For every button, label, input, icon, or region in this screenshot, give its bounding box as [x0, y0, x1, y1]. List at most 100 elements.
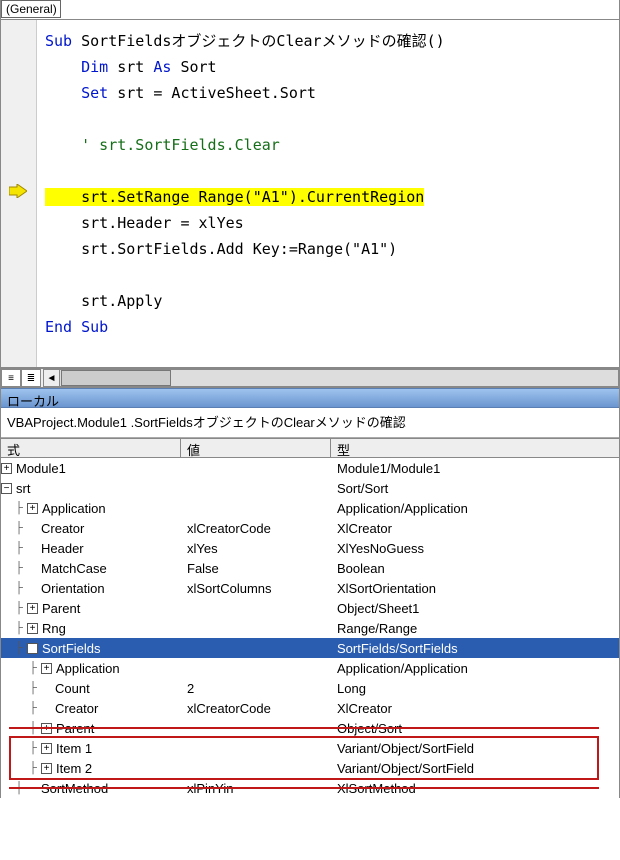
- object-dropdown[interactable]: (General): [1, 0, 61, 18]
- code-comment: ' srt.SortFields.Clear: [45, 136, 280, 154]
- tree-branch-icon: ├: [29, 742, 37, 754]
- locals-expr: Creator: [55, 701, 98, 716]
- procedure-view-button[interactable]: ≡: [1, 369, 21, 387]
- tree-branch-icon: ├: [15, 542, 23, 554]
- locals-row[interactable]: ├−SortFieldsSortFields/SortFields: [1, 638, 619, 658]
- code-token: As: [153, 58, 171, 76]
- locals-expr: Parent: [42, 601, 80, 616]
- locals-type: XlSortOrientation: [331, 581, 619, 596]
- code-token: srt.Header = xlYes: [45, 214, 244, 232]
- locals-row[interactable]: ├+ApplicationApplication/Application: [1, 498, 619, 518]
- code-body[interactable]: Sub SortFieldsオブジェクトのClearメソッドの確認() Dim …: [37, 20, 445, 367]
- locals-expr: Header: [41, 541, 84, 556]
- code-token: srt.SortFields.Add Key:=Range("A1"): [45, 240, 397, 258]
- code-token: End Sub: [45, 318, 108, 336]
- locals-row[interactable]: −srtSort/Sort: [1, 478, 619, 498]
- expand-icon[interactable]: +: [41, 743, 52, 754]
- object-proc-bar: (General): [1, 0, 619, 20]
- locals-row[interactable]: ├ + Rng Range/Range: [1, 618, 619, 638]
- locals-expr: SortMethod: [41, 781, 108, 796]
- locals-context: VBAProject.Module1 .SortFieldsオブジェクトのCle…: [1, 408, 619, 438]
- locals-type: Variant/Object/SortField: [331, 741, 619, 756]
- locals-expr: Creator: [41, 521, 84, 536]
- locals-type: Long: [331, 681, 619, 696]
- locals-header-expression[interactable]: 式: [1, 439, 181, 457]
- locals-expr: SortFields: [42, 641, 101, 656]
- expand-icon[interactable]: +: [27, 603, 38, 614]
- locals-row[interactable]: ├CreatorxlCreatorCodeXlCreator: [1, 698, 619, 718]
- code-hscrollbar[interactable]: ◄: [43, 369, 619, 387]
- tree-branch-icon: ├: [29, 722, 37, 734]
- expand-icon[interactable]: +: [41, 663, 52, 674]
- locals-row[interactable]: ├+Item 2Variant/Object/SortField: [1, 758, 619, 778]
- code-token: srt.Apply: [45, 292, 162, 310]
- locals-value: 2: [181, 681, 331, 696]
- tree-branch-icon: ├: [15, 782, 23, 794]
- locals-type: XlCreator: [331, 701, 619, 716]
- scroll-thumb[interactable]: [61, 370, 171, 386]
- locals-expr: MatchCase: [41, 561, 107, 576]
- code-token: srt: [108, 58, 153, 76]
- tree-branch-icon: ├: [29, 662, 37, 674]
- tree-branch-icon: ├: [15, 522, 23, 534]
- locals-row[interactable]: +Module1Module1/Module1: [1, 458, 619, 478]
- collapse-icon[interactable]: −: [27, 643, 38, 654]
- collapse-icon[interactable]: −: [1, 483, 12, 494]
- locals-row[interactable]: ├ SortMethod xlPinYinXlSortMethod: [1, 778, 619, 798]
- code-token: Dim: [45, 58, 108, 76]
- code-token: Sub: [45, 32, 72, 50]
- expand-icon[interactable]: +: [41, 723, 52, 734]
- locals-header-value[interactable]: 値: [181, 439, 331, 457]
- scroll-left-arrow-icon[interactable]: ◄: [44, 370, 60, 386]
- locals-type: Variant/Object/SortField: [331, 761, 619, 776]
- expand-icon[interactable]: +: [27, 623, 38, 634]
- code-token: SortFieldsオブジェクトのClearメソッドの確認(): [72, 32, 445, 50]
- locals-panel-title: ローカル: [1, 388, 619, 408]
- code-view-bar: ≡ ≣ ◄: [1, 368, 619, 388]
- locals-value: False: [181, 561, 331, 576]
- tree-branch-icon: ├: [15, 562, 23, 574]
- locals-type: Application/Application: [331, 501, 619, 516]
- expand-icon[interactable]: +: [1, 463, 12, 474]
- locals-type: Object/Sort: [331, 721, 619, 736]
- locals-row[interactable]: ├+Item 1Variant/Object/SortField: [1, 738, 619, 758]
- locals-type: Sort/Sort: [331, 481, 619, 496]
- tree-branch-icon: ├: [15, 622, 23, 634]
- locals-type: XlCreator: [331, 521, 619, 536]
- locals-row[interactable]: ├+ApplicationApplication/Application: [1, 658, 619, 678]
- full-module-view-button[interactable]: ≣: [21, 369, 41, 387]
- locals-row[interactable]: ├Count2Long: [1, 678, 619, 698]
- locals-row[interactable]: ├MatchCaseFalseBoolean: [1, 558, 619, 578]
- locals-row[interactable]: ├ Creator xlCreatorCodeXlCreator: [1, 518, 619, 538]
- vbe-window: (General) Sub SortFieldsオブジェクトのClearメソッド…: [0, 0, 620, 798]
- tree-branch-icon: ├: [15, 642, 23, 654]
- locals-type: Range/Range: [331, 621, 619, 636]
- code-token: Sort: [171, 58, 216, 76]
- locals-expr: Orientation: [41, 581, 105, 596]
- locals-row[interactable]: ├OrientationxlSortColumnsXlSortOrientati…: [1, 578, 619, 598]
- tree-branch-icon: ├: [15, 502, 23, 514]
- tree-branch-icon: ├: [29, 762, 37, 774]
- locals-body: +Module1Module1/Module1−srtSort/Sort├+Ap…: [1, 458, 619, 798]
- locals-header-type[interactable]: 型: [331, 439, 619, 457]
- locals-type: Object/Sheet1: [331, 601, 619, 616]
- locals-value: xlPinYin: [181, 781, 331, 796]
- tree-branch-icon: ├: [29, 702, 37, 714]
- locals-expr: Rng: [42, 621, 66, 636]
- code-pane: Sub SortFieldsオブジェクトのClearメソッドの確認() Dim …: [1, 20, 619, 368]
- expand-icon[interactable]: +: [27, 503, 38, 514]
- locals-expr: Parent: [56, 721, 94, 736]
- locals-value: xlYes: [181, 541, 331, 556]
- locals-value: xlSortColumns: [181, 581, 331, 596]
- expand-icon[interactable]: +: [41, 763, 52, 774]
- locals-expr: Module1: [16, 461, 66, 476]
- locals-type: XlSortMethod: [331, 781, 619, 796]
- locals-type: XlYesNoGuess: [331, 541, 619, 556]
- code-current-line: srt.SetRange Range("A1").CurrentRegion: [45, 188, 424, 206]
- locals-row[interactable]: ├ + Parent Object/Sort: [1, 718, 619, 738]
- locals-value: xlCreatorCode: [181, 521, 331, 536]
- locals-expr: Application: [56, 661, 120, 676]
- locals-row[interactable]: ├ Header xlYesXlYesNoGuess: [1, 538, 619, 558]
- object-dropdown-text: (General): [6, 1, 57, 17]
- locals-row[interactable]: ├+ParentObject/Sheet1: [1, 598, 619, 618]
